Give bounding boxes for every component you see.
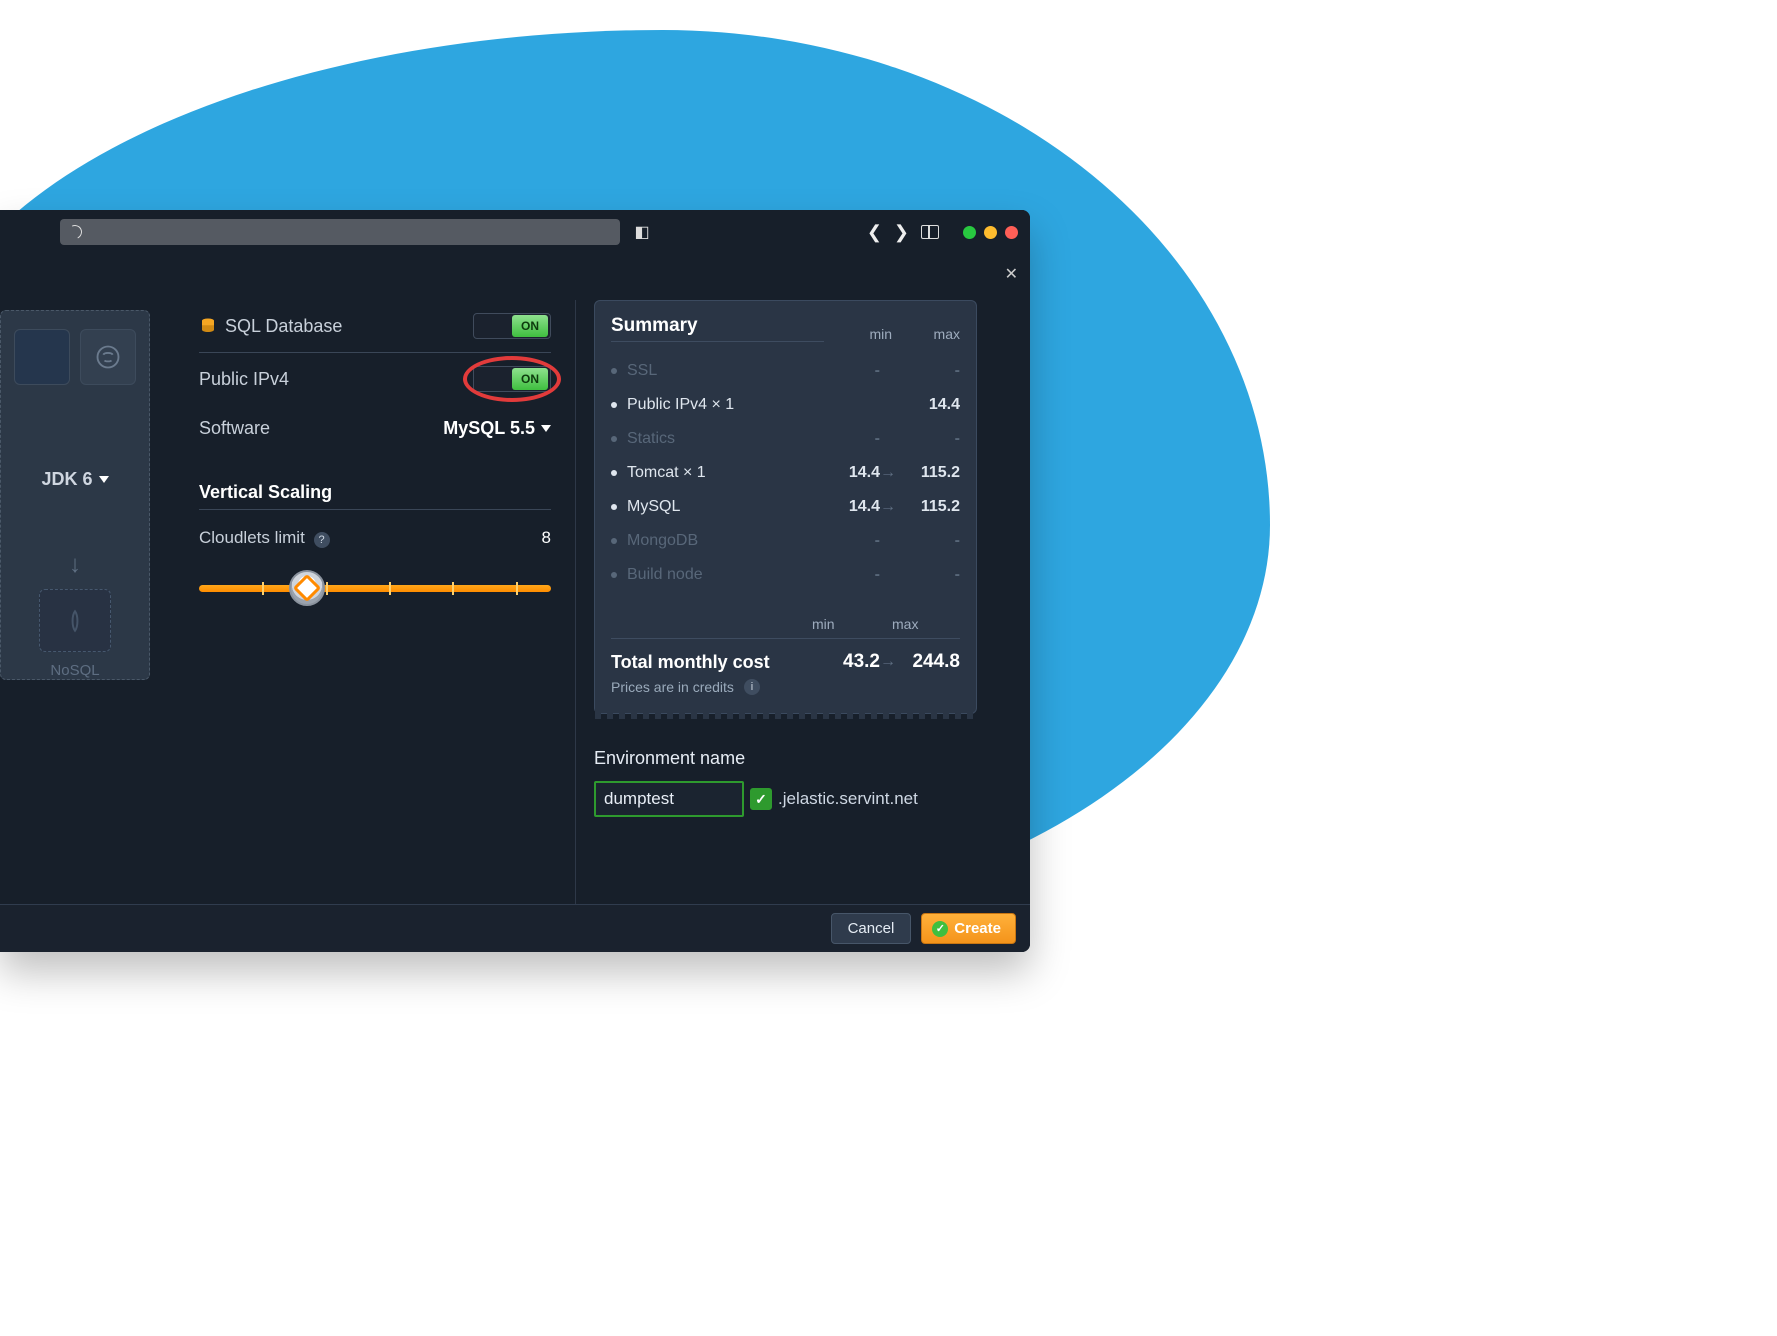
app-window: ◧ ❮ ❯ ✕ + JDK 6 [0,210,1030,952]
tomcat-slot-icon[interactable] [80,329,136,385]
total-label: Total monthly cost [611,652,812,673]
summary-row-name: MySQL [627,498,812,516]
settings-column: SQL Database ON Public IPv4 ON Software [175,300,575,904]
summary-row-max: 115.2 [892,498,960,516]
summary-row: Build node- - [611,558,960,592]
cloudlets-slider[interactable] [199,578,551,598]
summary-row-min: - [812,566,880,584]
summary-row-name: Tomcat × 1 [627,464,812,482]
balancer-slot-icon[interactable] [14,329,70,385]
summary-row: Statics- - [611,422,960,456]
ipv4-toggle-state: ON [521,372,539,386]
cloudlets-value: 8 [542,528,551,548]
summary-row: MongoDB- - [611,524,960,558]
bullet-icon [611,572,617,578]
env-valid-icon: ✓ [750,788,772,810]
sql-database-label: SQL Database [225,316,342,337]
total-col-min: min [812,598,880,632]
public-ipv4-label: Public IPv4 [199,369,289,390]
summary-row-name: Statics [627,430,812,448]
dialog-actions: Cancel ✓ Create [0,904,1030,952]
software-dropdown[interactable]: MySQL 5.5 [443,418,551,439]
summary-row: Tomcat × 114.4→115.2 [611,456,960,490]
summary-row-min: 14.4 [812,464,880,482]
chevron-down-icon [99,476,109,483]
cancel-button[interactable]: Cancel [831,913,912,944]
summary-row: MySQL14.4→115.2 [611,490,960,524]
software-value: MySQL 5.5 [443,418,535,439]
flow-arrow-icon: ↓ [69,551,81,579]
sql-toggle-state: ON [521,319,539,333]
bullet-icon [611,470,617,476]
vertical-scaling-title: Vertical Scaling [199,482,551,510]
env-name-input[interactable] [594,781,744,817]
summary-row-name: Public IPv4 × 1 [627,396,812,414]
total-min: 43.2 [812,651,880,673]
info-icon[interactable]: i [744,679,760,695]
bullet-icon [611,436,617,442]
summary-row-name: Build node [627,566,812,584]
summary-row-max: - [892,362,960,380]
create-button[interactable]: ✓ Create [921,913,1016,944]
summary-row-min: - [812,532,880,550]
software-label: Software [199,418,270,439]
summary-box: Summary min max SSL- -Public IPv4 × 114.… [594,300,977,714]
summary-col-max: max [892,326,960,342]
summary-row-min: 14.4 [812,498,880,516]
summary-row-name: MongoDB [627,532,812,550]
nav-back-icon[interactable]: ❮ [867,222,882,243]
database-icon [199,317,217,335]
nav-forward-icon[interactable]: ❯ [894,222,909,243]
cloudlets-limit-label: Cloudlets limit [199,528,305,547]
nosql-slot-icon[interactable] [39,589,111,652]
traffic-red-icon[interactable] [1005,226,1018,239]
browser-toolbar: ◧ ❮ ❯ [0,210,1030,254]
summary-row-max: - [892,430,960,448]
env-domain: .jelastic.servint.net [778,789,918,809]
nosql-label: NoSQL [50,662,99,679]
bullet-icon [611,402,617,408]
traffic-green-icon[interactable] [963,226,976,239]
summary-row-min: - [812,430,880,448]
summary-row-name: SSL [627,362,812,380]
panels-icon[interactable] [921,225,939,239]
sql-database-toggle[interactable]: ON [473,313,551,339]
jdk-dropdown[interactable]: JDK 6 [41,469,108,490]
window-controls [963,226,1018,239]
summary-col-min: min [824,326,892,342]
traffic-yellow-icon[interactable] [984,226,997,239]
total-col-max: max [892,598,960,632]
bullet-icon [611,504,617,510]
jdk-label: JDK 6 [41,469,92,490]
slider-handle[interactable] [289,570,325,606]
total-max: 244.8 [892,651,960,673]
env-name-label: Environment name [594,748,977,769]
summary-row-max: 14.4 [892,396,960,414]
summary-title: Summary [611,315,824,342]
topology-box: + JDK 6 ↓ NoSQL [0,310,150,680]
summary-row: SSL- - [611,354,960,388]
chevron-down-icon [541,425,551,432]
summary-row-max: - [892,532,960,550]
create-button-label: Create [954,920,1001,937]
summary-row-min: - [812,362,880,380]
help-icon[interactable]: ? [314,532,330,548]
summary-row: Public IPv4 × 1 14.4 [611,388,960,422]
url-bar[interactable] [60,219,620,245]
topology-column: + JDK 6 ↓ NoSQL [0,300,175,904]
shield-icon[interactable]: ◧ [632,222,652,242]
reload-icon[interactable] [66,223,84,241]
bullet-icon [611,368,617,374]
public-ipv4-toggle[interactable]: ON [473,366,551,392]
bullet-icon [611,538,617,544]
summary-column: Summary min max SSL- -Public IPv4 × 114.… [575,300,995,904]
summary-row-max: - [892,566,960,584]
close-icon[interactable]: ✕ [1005,264,1018,284]
credits-note: Prices are in credits [611,679,734,695]
check-icon: ✓ [932,921,948,937]
summary-row-max: 115.2 [892,464,960,482]
